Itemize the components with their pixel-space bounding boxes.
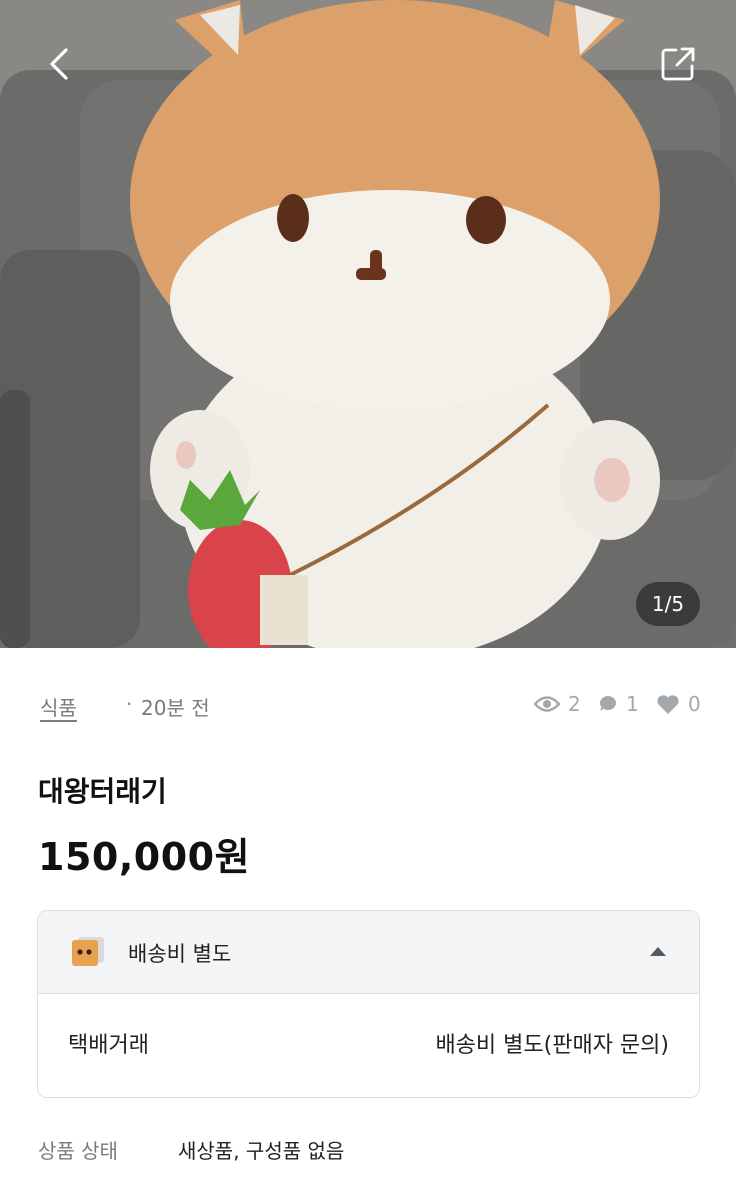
shipping-fee-label: 배송비 별도 [128,942,232,966]
shipping-detail: 배송비 별도(판매자 문의) [435,1033,669,1058]
condition-label: 상품 상태 [38,1139,118,1163]
view-count: 2 [534,692,581,716]
heart-icon [657,694,679,714]
caret-up-icon[interactable] [649,945,667,957]
image-counter: 1/5 [636,582,700,626]
posted-time: 20분 전 [141,696,210,720]
separator-dot: · [126,692,133,716]
box-character-icon [72,937,104,966]
shipping-header[interactable]: 배송비 별도 [38,911,699,994]
view-count-value: 2 [568,692,581,716]
plush-photo-illustration [0,0,736,648]
shipping-method: 택배거래 [68,1033,149,1058]
condition-value: 새상품, 구성품 없음 [178,1139,345,1163]
share-button[interactable] [652,38,704,90]
shipping-card: 배송비 별도 택배거래 배송비 별도(판매자 문의) [37,910,700,1098]
category-link[interactable]: 식품 [40,692,77,721]
chevron-left-icon [50,48,68,80]
chat-bubble-icon [600,696,616,711]
share-icon [661,47,695,81]
like-count: 0 [656,692,701,716]
eye-icon [534,696,560,712]
product-photo[interactable]: 1/5 [0,0,736,648]
chat-count-value: 1 [626,692,639,716]
product-price: 150,000원 [38,835,251,879]
like-count-value: 0 [688,692,701,716]
back-button[interactable] [34,38,86,90]
chat-count: 1 [598,692,639,716]
meta-row: 식품 · 20분 전 2 1 0 [38,690,701,722]
product-title: 대왕터래기 [38,775,167,808]
